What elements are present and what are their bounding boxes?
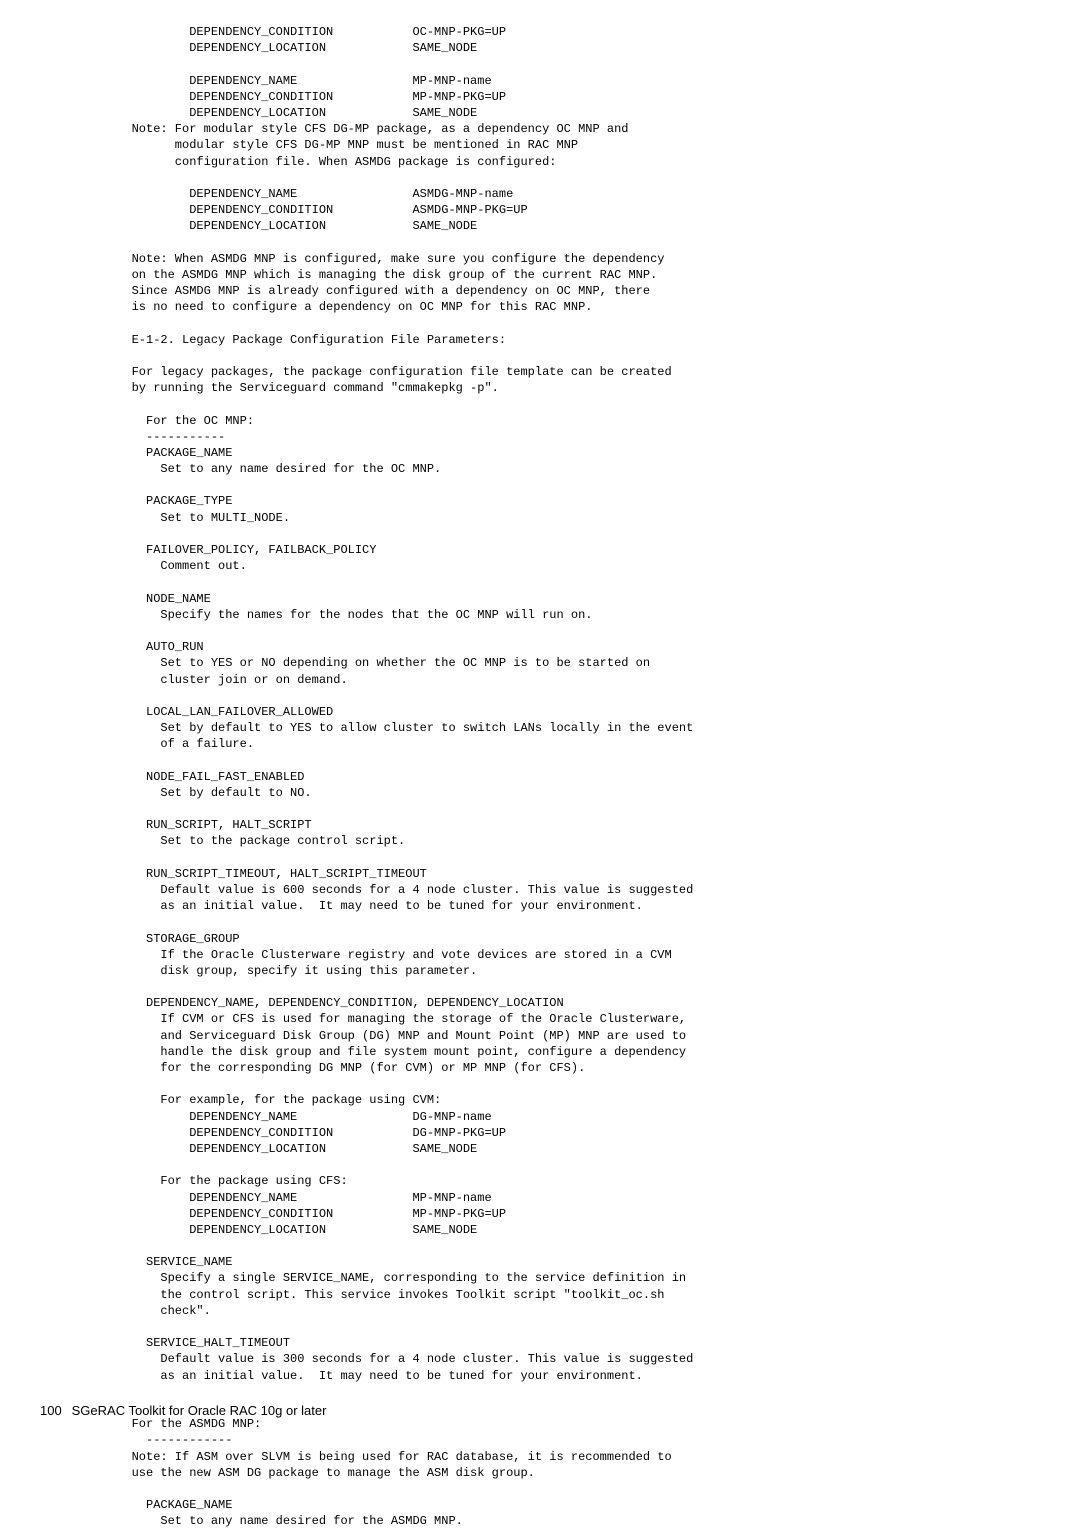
page-footer: 100 SGeRAC Toolkit for Oracle RAC 10g or…	[40, 1402, 326, 1420]
footer-title: SGeRAC Toolkit for Oracle RAC 10g or lat…	[72, 1403, 327, 1418]
document-body: DEPENDENCY_CONDITION OC-MNP-PKG=UP DEPEN…	[0, 0, 1080, 1529]
page-number: 100	[40, 1402, 68, 1420]
